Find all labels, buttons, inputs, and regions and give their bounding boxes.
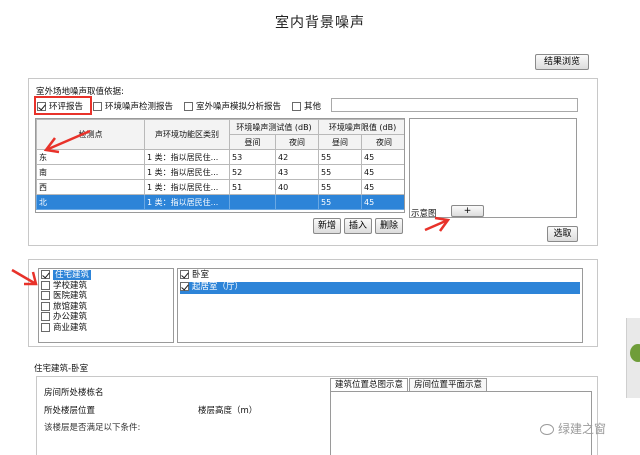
arrow-icon-diagram (424, 216, 451, 232)
watermark: 绿建之窗 (540, 420, 606, 437)
arrow-icon-basis (43, 129, 91, 154)
wechat-icon (540, 424, 554, 435)
arrow-icon-building (11, 268, 38, 286)
annotation-overlay (11, 129, 451, 286)
